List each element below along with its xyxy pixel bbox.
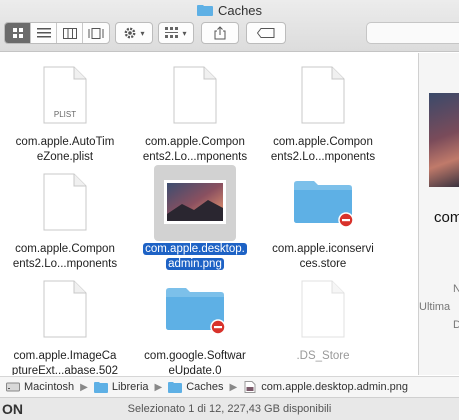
document-icon [163,63,227,127]
columns-icon [62,27,77,39]
action-menu-button[interactable]: ▾ [115,22,153,44]
gear-icon [125,27,136,39]
file-item-google-softwareupdate[interactable]: com.google.Softwar eUpdate.0 [130,277,260,375]
folder-icon [196,5,213,16]
document-icon [291,63,355,127]
path-item-libreria[interactable]: Libreria [93,381,149,393]
arrange-icon [165,27,179,38]
image-thumbnail-icon [163,170,227,234]
preview-pane: com N Ultima D [418,53,459,375]
document-icon [291,277,355,341]
document-icon [33,170,97,234]
chevron-right-icon: ▶ [154,381,163,393]
preview-info-line: Ultima [419,301,451,313]
tags-button[interactable] [246,22,286,44]
gallery-view-button[interactable] [83,23,109,43]
file-name: com.apple.Compon ents2.Lo...mponents [12,243,118,270]
share-button[interactable] [201,22,239,44]
document-icon [33,277,97,341]
status-edge-text: ON [2,401,23,417]
plist-file-icon: PLIST [33,63,97,127]
tag-icon [257,28,275,38]
file-name: com.apple.iconservi ces.store [272,243,374,270]
search-input[interactable] [366,22,459,44]
chevron-right-icon: ▶ [229,381,238,393]
window-toolbar: Caches ▾ ▾ [0,0,459,52]
file-item-iconservices-store[interactable]: com.apple.iconservi ces.store [258,170,388,280]
folder-icon [93,382,108,393]
status-bar: ON Selezionato 1 di 12, 227,43 GB dispon… [0,397,459,420]
file-name: com.apple.Compon ents2.Lo...mponents [142,136,248,163]
folder-icon [168,382,183,393]
folder-icon [291,170,355,234]
list-icon [36,28,51,38]
window-title: Caches [0,3,459,18]
chevron-right-icon: ▶ [80,381,88,393]
chevron-down-icon: ▾ [182,28,187,38]
preview-info-line: D [453,319,459,331]
status-text: Selezionato 1 di 12, 227,43 GB disponibi… [127,403,332,415]
file-name: com.apple.ImageCa ptureExt...abase.502 [11,350,119,375]
preview-file-name: com [434,209,459,226]
file-item-desktop-admin-png[interactable]: com.apple.desktop. admin.png [130,165,260,280]
folder-icon [163,277,227,341]
file-name-selected: com.apple.desktop. admin.png [143,243,247,270]
file-item-ds-store[interactable]: .DS_Store [258,277,388,375]
file-item-components-2[interactable]: com.apple.Compon ents2.Lo...mponents [258,63,388,173]
file-grid: PLIST com.apple.AutoTim eZone.plist com.a… [0,53,418,375]
file-name: com.apple.Compon ents2.Lo...mponents [270,136,376,163]
path-item-caches[interactable]: Caches [168,381,224,393]
file-item-autotimezone[interactable]: PLIST com.apple.AutoTim eZone.plist [0,63,130,173]
window-title-text: Caches [217,3,263,18]
list-view-button[interactable] [31,23,57,43]
share-icon [214,26,226,40]
chevron-down-icon: ▾ [140,28,145,38]
view-mode-control[interactable] [4,22,110,44]
file-name: com.google.Softwar eUpdate.0 [144,350,246,375]
plist-badge: PLIST [54,110,76,119]
file-item-imagecapture[interactable]: com.apple.ImageCa ptureExt...abase.502 [0,277,130,375]
file-name: com.apple.AutoTim eZone.plist [15,136,115,163]
column-view-button[interactable] [57,23,83,43]
file-name: .DS_Store [296,350,350,362]
grid-icon [12,28,23,38]
path-bar: Macintosh ▶ Libreria ▶ Caches ▶ com.appl… [0,376,459,397]
gallery-icon [88,27,104,39]
preview-info-line: N [453,283,459,295]
disk-icon [6,382,20,392]
arrange-menu-button[interactable]: ▾ [158,22,194,44]
file-item-components-1[interactable]: com.apple.Compon ents2.Lo...mponents [130,63,260,173]
path-item-file[interactable]: com.apple.desktop.admin.png [243,381,408,393]
preview-image [429,93,459,187]
icon-view-button[interactable] [5,23,31,43]
image-file-icon [244,381,256,393]
path-item-macintosh[interactable]: Macintosh [6,381,74,393]
file-item-components-3[interactable]: com.apple.Compon ents2.Lo...mponents [0,170,130,280]
